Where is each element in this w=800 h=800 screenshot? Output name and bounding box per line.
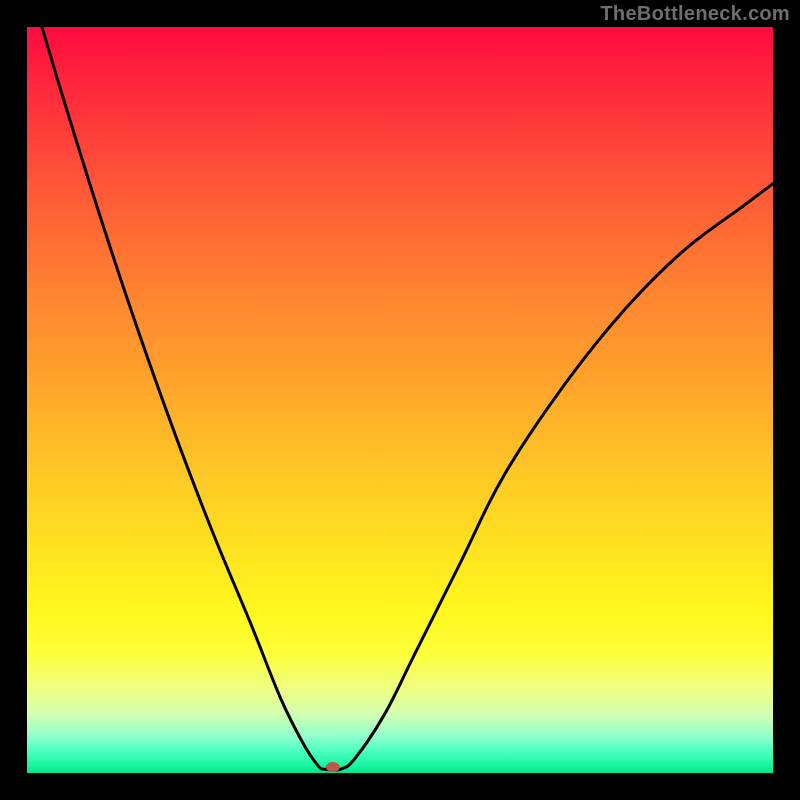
plot-area (27, 27, 773, 773)
optimum-marker (326, 762, 340, 772)
chart-svg (27, 27, 773, 773)
watermark-text: TheBottleneck.com (600, 3, 790, 26)
bottleneck-curve-path (42, 27, 773, 770)
chart-frame: TheBottleneck.com (0, 0, 800, 800)
